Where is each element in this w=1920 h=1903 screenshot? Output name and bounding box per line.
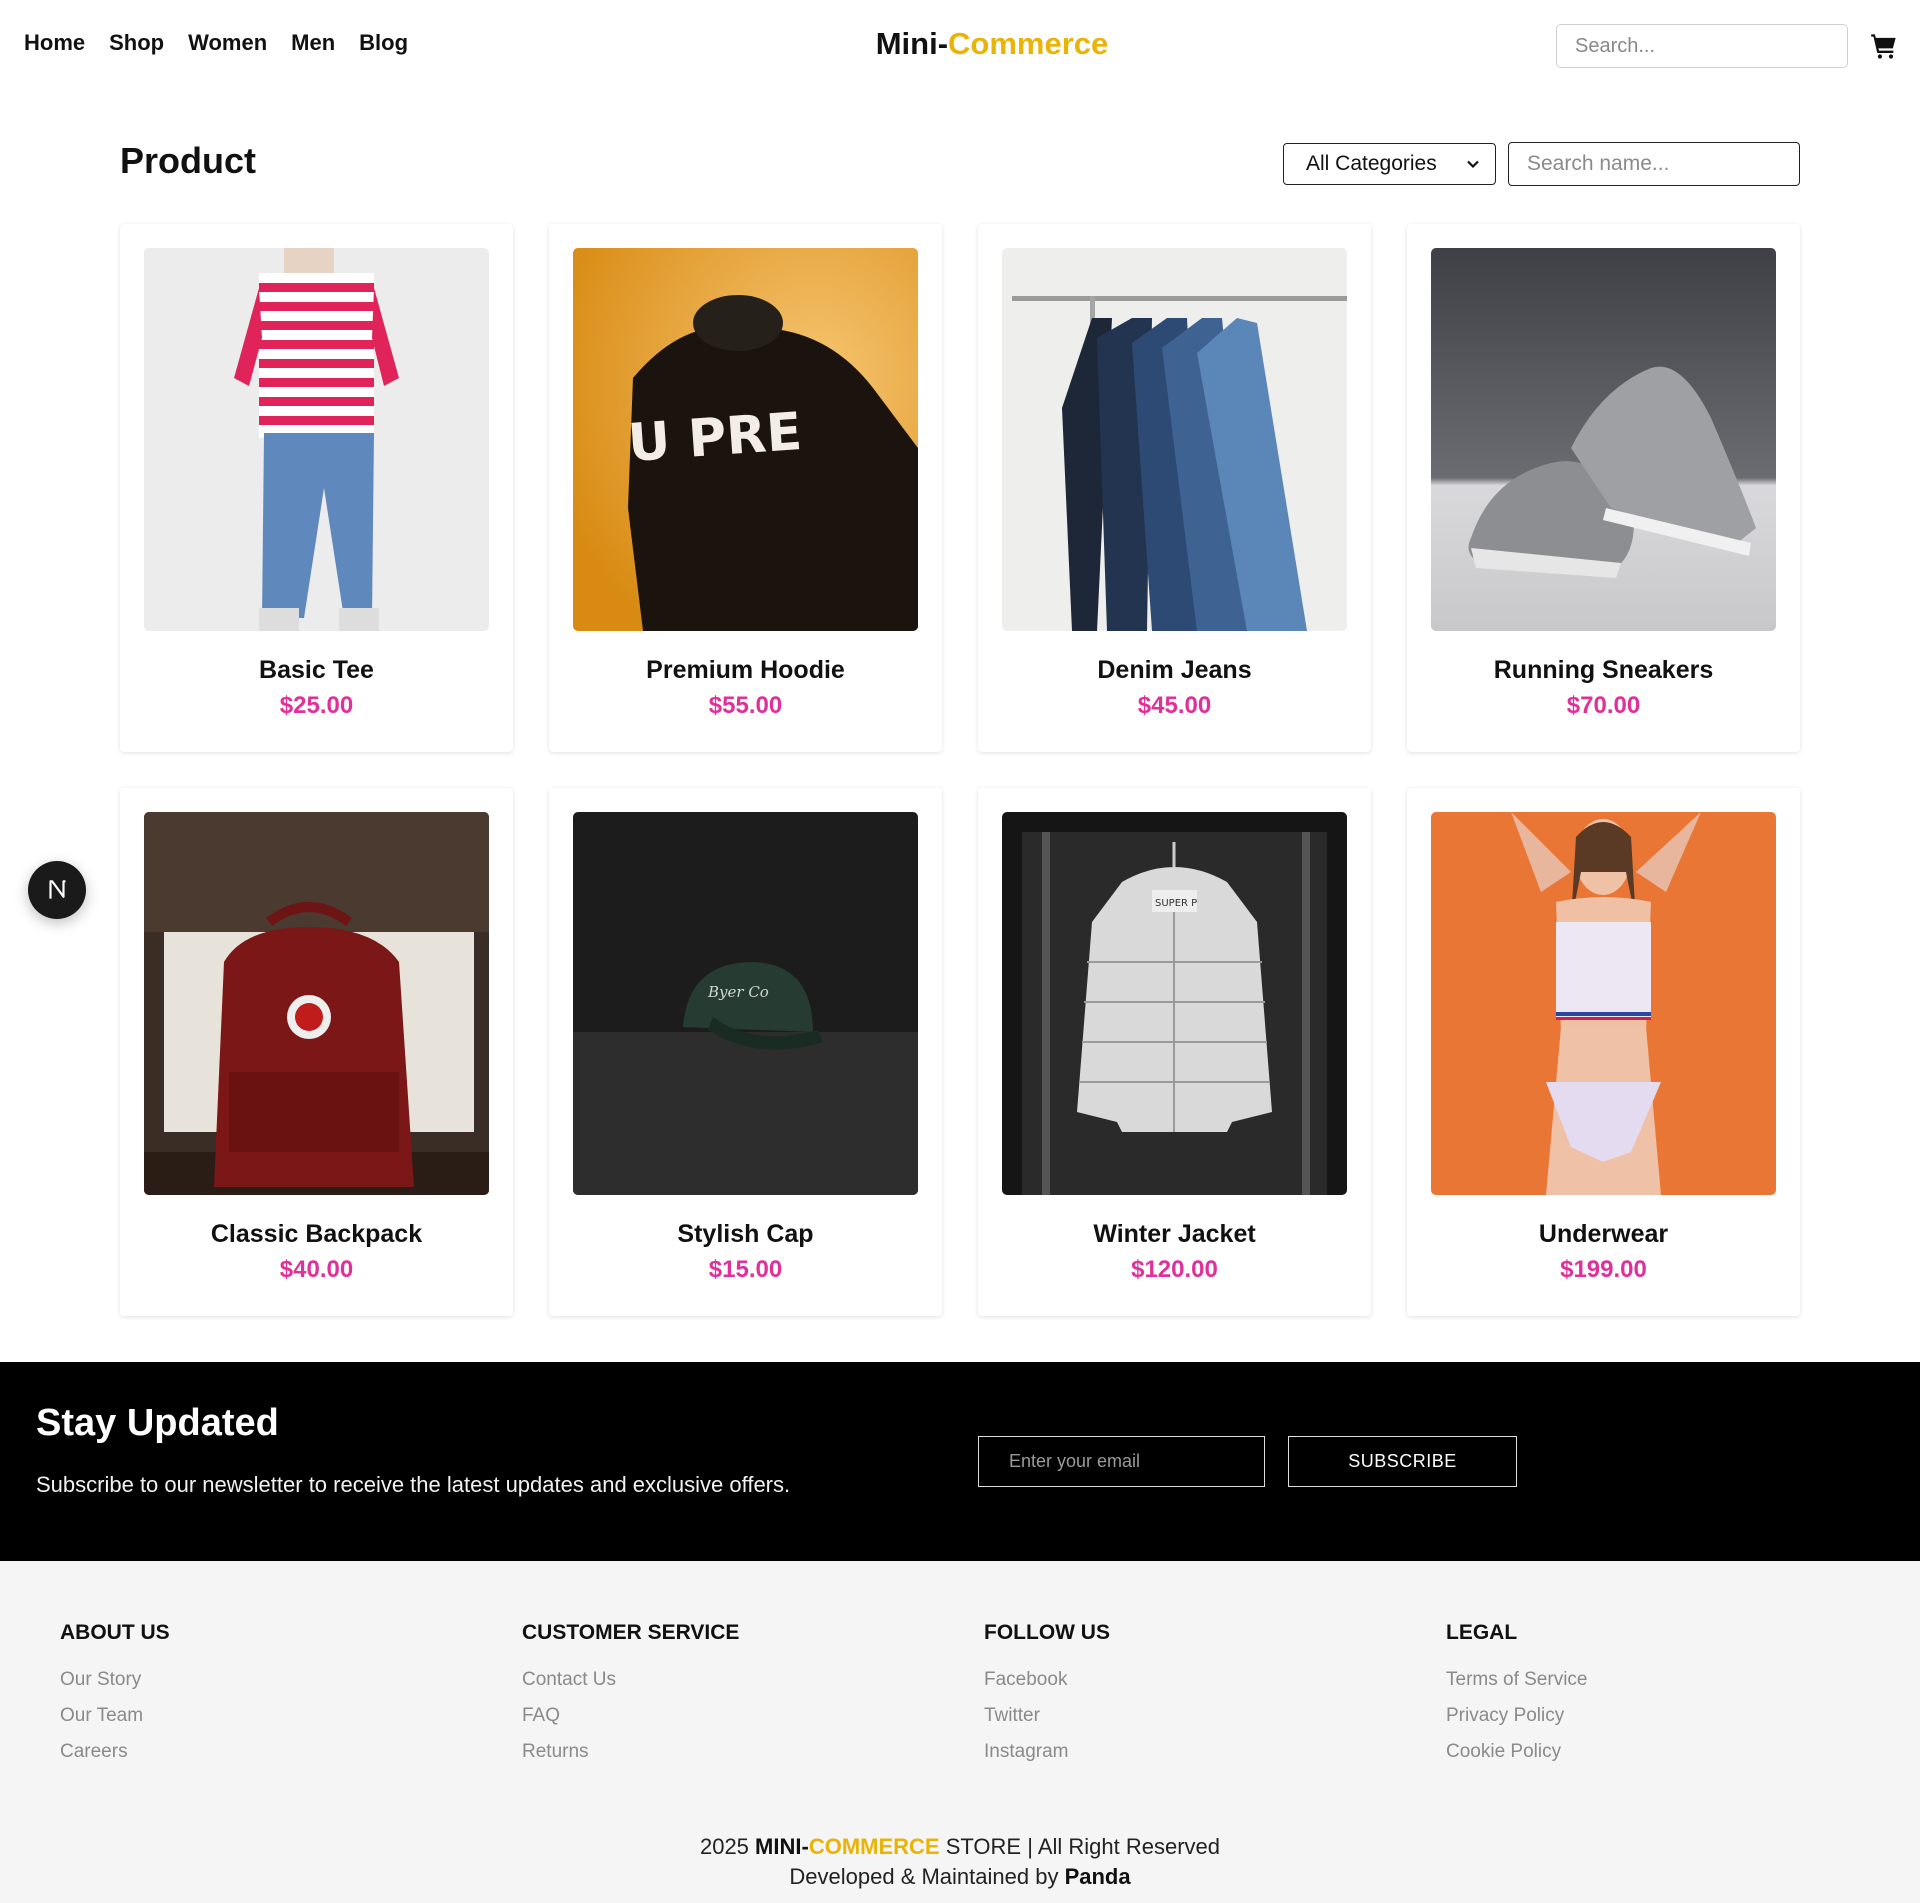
footer-link-our-team[interactable]: Our Team: [60, 1705, 170, 1727]
nav-home[interactable]: Home: [24, 30, 85, 56]
product-name: Basic Tee: [259, 656, 374, 684]
footer-link-faq[interactable]: FAQ: [522, 1705, 739, 1727]
product-price: $55.00: [708, 692, 783, 719]
developer-line: Developed & Maintained by Panda: [0, 1862, 1920, 1892]
product-name: Denim Jeans: [1097, 656, 1252, 684]
jeans-rack-photo: [1002, 248, 1347, 631]
product-price: $25.00: [279, 692, 354, 719]
copyright-line: 2025 MINI-COMMERCE STORE | All Right Res…: [0, 1832, 1920, 1862]
page-title: Product: [120, 140, 257, 181]
site-footer: ABOUT US Our Story Our Team Careers CUST…: [0, 1561, 1920, 1903]
category-select-value: All Categories: [1306, 152, 1437, 175]
striped-tee-photo: [144, 248, 489, 631]
footer-link-returns[interactable]: Returns: [522, 1741, 739, 1763]
subscribe-button[interactable]: SUBSCRIBE: [1288, 1436, 1517, 1487]
footer-link-facebook[interactable]: Facebook: [984, 1669, 1110, 1691]
footer-link-careers[interactable]: Careers: [60, 1741, 170, 1763]
product-card[interactable]: Denim Jeans $45.00: [978, 224, 1371, 752]
main-nav: Home Shop Women Men Blog: [24, 30, 408, 56]
newsletter-text: Subscribe to our newsletter to receive t…: [36, 1472, 791, 1497]
product-price: $40.00: [279, 1256, 354, 1283]
product-name: Premium Hoodie: [646, 656, 845, 684]
footer-link-terms[interactable]: Terms of Service: [1446, 1669, 1587, 1691]
product-card[interactable]: SUPER P Winter Jacket $120.00: [978, 788, 1371, 1316]
copyright-rest: STORE | All Right Reserved: [945, 1834, 1221, 1859]
product-name-search-input[interactable]: [1508, 142, 1800, 186]
svg-text:SUPER P: SUPER P: [1155, 898, 1197, 909]
newsletter-section: Stay Updated Subscribe to our newsletter…: [0, 1362, 1920, 1561]
product-price: $199.00: [1560, 1256, 1647, 1283]
svg-text:U PRE: U PRE: [626, 402, 804, 474]
developer-name: Panda: [1064, 1864, 1131, 1889]
product-price: $45.00: [1137, 692, 1212, 719]
footer-link-twitter[interactable]: Twitter: [984, 1705, 1110, 1727]
product-name: Running Sneakers: [1493, 656, 1714, 684]
footer-link-cookie[interactable]: Cookie Policy: [1446, 1741, 1587, 1763]
svg-text:Byer Co: Byer Co: [707, 983, 769, 1001]
category-select[interactable]: All Categories: [1283, 143, 1496, 185]
product-price: $120.00: [1131, 1256, 1218, 1283]
nav-blog[interactable]: Blog: [359, 30, 408, 56]
product-card[interactable]: Classic Backpack $40.00: [120, 788, 513, 1316]
product-price: $15.00: [708, 1256, 783, 1283]
footer-link-instagram[interactable]: Instagram: [984, 1741, 1110, 1763]
footer-link-privacy[interactable]: Privacy Policy: [1446, 1705, 1587, 1727]
underwear-photo: [1431, 812, 1776, 1195]
product-name: Stylish Cap: [677, 1220, 814, 1248]
product-name: Underwear: [1538, 1220, 1669, 1248]
footer-heading: ABOUT US: [60, 1621, 170, 1644]
footer-column-customer-service: CUSTOMER SERVICE Contact Us FAQ Returns: [522, 1621, 739, 1777]
sneakers-photo: [1431, 248, 1776, 631]
logo-part-2[interactable]: Commerce: [948, 26, 1108, 61]
cart-icon[interactable]: [1870, 32, 1898, 60]
product-grid: Basic Tee $25.00 U PRE Premium Hoodie $5…: [120, 224, 1800, 1316]
hoodie-photo: U PRE: [573, 248, 918, 631]
copyright-brand-1: MINI-: [755, 1834, 809, 1859]
product-name: Winter Jacket: [1093, 1220, 1256, 1248]
product-card[interactable]: U PRE Premium Hoodie $55.00: [549, 224, 942, 752]
footer-link-contact-us[interactable]: Contact Us: [522, 1669, 739, 1691]
footer-link-our-story[interactable]: Our Story: [60, 1669, 170, 1691]
newsletter-email-input[interactable]: [978, 1436, 1265, 1487]
product-price: $70.00: [1566, 692, 1641, 719]
footer-heading: CUSTOMER SERVICE: [522, 1621, 740, 1644]
footer-heading: FOLLOW US: [984, 1621, 1110, 1644]
product-card[interactable]: Basic Tee $25.00: [120, 224, 513, 752]
nav-women[interactable]: Women: [188, 30, 267, 56]
chevron-down-icon: [1467, 160, 1479, 169]
footer-heading: LEGAL: [1446, 1621, 1518, 1644]
puffer-jacket-photo: SUPER P: [1002, 812, 1347, 1195]
backpack-photo: [144, 812, 489, 1195]
logo-part-1[interactable]: Mini-: [876, 26, 948, 61]
footer-column-legal: LEGAL Terms of Service Privacy Policy Co…: [1446, 1621, 1587, 1777]
nav-shop[interactable]: Shop: [109, 30, 164, 56]
newsletter-title: Stay Updated: [36, 1402, 279, 1444]
copyright-year: 2025: [699, 1834, 749, 1859]
product-card[interactable]: Byer Co Stylish Cap $15.00: [549, 788, 942, 1316]
product-card[interactable]: Running Sneakers $70.00: [1407, 224, 1800, 752]
copyright: 2025 MINI-COMMERCE STORE | All Right Res…: [0, 1832, 1920, 1892]
header-search-input[interactable]: [1556, 24, 1848, 68]
product-card[interactable]: Underwear $199.00: [1407, 788, 1800, 1316]
site-header: Home Shop Women Men Blog Mini-Commerce: [0, 0, 1920, 92]
footer-column-about: ABOUT US Our Story Our Team Careers: [60, 1621, 170, 1777]
copyright-brand-2: COMMERCE: [808, 1834, 940, 1859]
nav-men[interactable]: Men: [291, 30, 335, 56]
footer-column-follow-us: FOLLOW US Facebook Twitter Instagram: [984, 1621, 1110, 1777]
product-name: Classic Backpack: [210, 1220, 423, 1248]
cap-photo: Byer Co: [573, 812, 918, 1195]
developed-by-prefix: Developed & Maintained by: [789, 1864, 1059, 1889]
nextjs-badge-icon[interactable]: [28, 861, 86, 919]
